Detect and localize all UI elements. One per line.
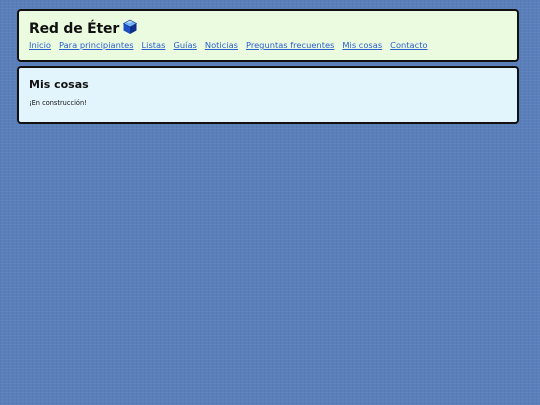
under-construction-text: ¡En construcción! xyxy=(29,99,87,107)
nav-link-listas[interactable]: Listas xyxy=(142,40,166,51)
page-title: Mis cosas xyxy=(29,78,89,91)
blue-cube-icon xyxy=(122,19,138,35)
nav-link-mis-cosas[interactable]: Mis cosas xyxy=(342,40,382,51)
main-navigation: Inicio Para principiantes Listas Guías N… xyxy=(29,40,436,51)
nav-link-para-principiantes[interactable]: Para principiantes xyxy=(59,40,134,51)
site-title[interactable]: Red de Éter xyxy=(29,19,119,39)
nav-link-noticias[interactable]: Noticias xyxy=(205,40,238,51)
nav-link-preguntas-frecuentes[interactable]: Preguntas frecuentes xyxy=(246,40,334,51)
site-title-row: Red de Éter xyxy=(29,19,138,39)
nav-link-guias[interactable]: Guías xyxy=(173,40,196,51)
site-header: Red de Éter Inicio Para principiantes Li… xyxy=(17,9,519,62)
nav-link-contacto[interactable]: Contacto xyxy=(390,40,427,51)
main-content-panel: Mis cosas ¡En construcción! xyxy=(17,66,519,124)
nav-link-inicio[interactable]: Inicio xyxy=(29,40,51,51)
